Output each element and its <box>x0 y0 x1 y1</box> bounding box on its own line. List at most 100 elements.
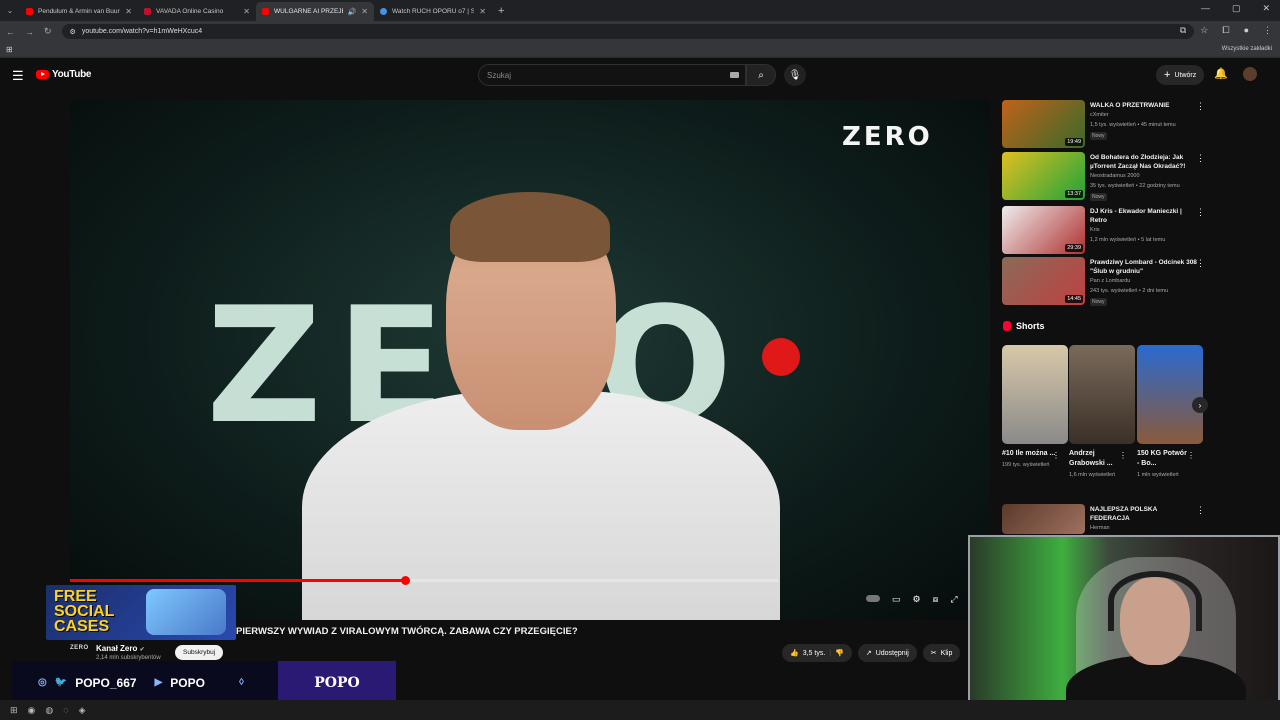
short-thumbnail[interactable] <box>1069 345 1135 444</box>
windows-start-icon[interactable]: ⊞ <box>10 705 18 716</box>
create-button[interactable]: + Utwórz <box>1156 65 1205 85</box>
search-input[interactable]: Szukaj <box>478 64 746 86</box>
all-bookmarks-link[interactable]: Wszystkie zakładki <box>1222 46 1272 52</box>
forward-icon[interactable]: → <box>25 27 34 37</box>
recommendation-item[interactable]: 14:45 Prawdziwy Lombard - Odcinek 308 "Ś… <box>1002 257 1212 307</box>
more-options-icon[interactable]: ⋮ <box>1119 451 1127 460</box>
more-options-icon[interactable]: ⋮ <box>1196 207 1205 218</box>
youtube-header: ☰ YouTube Szukaj ⌕ 🎙 + Utwórz 🔔 <box>0 60 1280 90</box>
short-title[interactable]: #10 Ile można ... <box>1002 449 1056 459</box>
free-cases-promo-banner: FREE SOCIAL CASES <box>46 585 236 640</box>
rec-title[interactable]: WALKA O PRZETRWANIE <box>1090 101 1198 110</box>
recommendation-item[interactable]: 29:39 DJ Kris - Ekwador Manieczki | Retr… <box>1002 206 1212 256</box>
back-icon[interactable]: ← <box>6 27 15 37</box>
recommendation-item[interactable]: 19:49 WALKA O PRZETRWANIE cXmiter 1,5 ty… <box>1002 100 1212 150</box>
close-tab-icon[interactable]: ✕ <box>361 7 368 16</box>
shorts-next-button[interactable]: › <box>1192 397 1208 413</box>
reload-icon[interactable]: ↻ <box>44 26 52 37</box>
duration-badge: 14:45 <box>1065 295 1083 303</box>
browser-tab-1[interactable]: Pendulum & Armin van Buuren ✕ <box>20 2 138 21</box>
chrome-menu-icon[interactable]: ⋮ <box>1263 25 1272 36</box>
vavada-favicon-icon <box>144 8 151 15</box>
duration-badge: 19:49 <box>1065 138 1083 146</box>
miniplayer-icon[interactable]: ⧈ <box>933 594 939 605</box>
extensions-icon[interactable]: ⧠ <box>1222 25 1229 36</box>
short-item[interactable]: 150 KG Potwór - Bo... 1 mln wyświetleń ⋮ <box>1137 345 1203 479</box>
notifications-bell-icon[interactable]: 🔔 <box>1214 67 1228 80</box>
like-button[interactable]: 👍 3,5 tys. | 👎 <box>782 644 852 662</box>
zero-watermark: ZERO <box>842 122 933 152</box>
short-item[interactable]: Andrzej Grabowski ... 1,6 mln wyświetleń… <box>1069 345 1135 479</box>
url-text[interactable]: youtube.com/watch?v=h1mWeHXcuc4 <box>82 28 202 35</box>
recommendation-item[interactable]: 13:37 Od Bohatera do Złodzieja: Jak µTor… <box>1002 152 1212 202</box>
short-title[interactable]: 150 KG Potwór - Bo... <box>1137 449 1191 469</box>
close-tab-icon[interactable]: ✕ <box>479 7 486 16</box>
youtube-logo[interactable]: YouTube <box>36 69 92 80</box>
video-thumbnail[interactable] <box>1002 504 1085 534</box>
video-progress-bar[interactable] <box>70 576 778 585</box>
obs-taskbar-icon[interactable]: ◌ <box>63 705 68 715</box>
chrome-taskbar-icon[interactable]: ◍ <box>45 705 53 716</box>
rec-title[interactable]: DJ Kris - Ekwador Manieczki | Retro <box>1090 207 1198 225</box>
keyboard-icon[interactable] <box>730 72 739 78</box>
rec-title[interactable]: Od Bohatera do Złodzieja: Jak µTorrent Z… <box>1090 153 1198 171</box>
rec-channel[interactable]: cXmiter <box>1090 112 1109 118</box>
search-button[interactable]: ⌕ <box>746 64 776 86</box>
new-badge: Nowy <box>1090 132 1107 140</box>
rec-title[interactable]: NAJLEPSZA POLSKA FEDERACJA <box>1090 505 1198 523</box>
bookmark-star-icon[interactable]: ☆ <box>1200 25 1208 36</box>
more-options-icon[interactable]: ⋮ <box>1196 153 1205 164</box>
audio-playing-icon[interactable]: 🔊 <box>348 8 357 16</box>
new-tab-button[interactable]: + <box>498 5 504 17</box>
rec-channel[interactable]: Neostradamus 2000 <box>1090 173 1140 179</box>
short-thumbnail[interactable] <box>1002 345 1068 444</box>
apps-grid-icon[interactable]: ⊞ <box>6 45 13 54</box>
profile-icon[interactable]: ● <box>1244 25 1249 36</box>
clip-button[interactable]: ✂ Klip <box>922 644 961 662</box>
short-thumbnail[interactable] <box>1137 345 1203 444</box>
more-options-icon[interactable]: ⋮ <box>1196 101 1205 112</box>
short-title[interactable]: Andrzej Grabowski ... <box>1069 449 1123 469</box>
video-player[interactable]: ZERO ZERO ▭ ⚙ ⧈ ⤢ <box>70 100 990 620</box>
more-options-icon[interactable]: ⋮ <box>1196 505 1205 516</box>
youtube-icon: ▶ <box>154 677 163 688</box>
thumbs-down-icon[interactable]: 👎 <box>835 649 844 657</box>
close-tab-icon[interactable]: ✕ <box>125 7 132 16</box>
address-bar-row: ← → ↻ ⚙ youtube.com/watch?v=h1mWeHXcuc4 … <box>0 21 1280 42</box>
menu-hamburger-icon[interactable]: ☰ <box>12 68 24 84</box>
browser-tab-2[interactable]: VAVADA Online Casino ✕ <box>138 2 256 21</box>
install-icon[interactable]: ⧉ <box>1180 25 1186 36</box>
maximize-icon[interactable]: ▢ <box>1232 3 1241 14</box>
fullscreen-icon[interactable]: ⤢ <box>950 594 957 605</box>
subscribe-button[interactable]: Subskrybuj <box>175 645 224 660</box>
close-window-icon[interactable]: ✕ <box>1262 3 1270 14</box>
subtitles-icon[interactable]: ▭ <box>892 594 901 605</box>
steam-taskbar-icon[interactable]: ◈ <box>79 705 86 716</box>
discord-taskbar-icon[interactable]: ◉ <box>28 705 36 716</box>
autoplay-toggle[interactable] <box>866 595 880 602</box>
browser-tab-3[interactable]: WULGARNE AI PRZEJĘŁO ŚW 🔊 ✕ <box>256 2 374 21</box>
voice-search-button[interactable]: 🎙 <box>784 64 806 86</box>
short-item[interactable]: #10 Ile można ... 199 tys. wyświetleń ⋮ <box>1002 345 1068 469</box>
rec-channel[interactable]: Herman <box>1090 525 1110 531</box>
rec-meta: 35 tys. wyświetleń • 22 godziny temu <box>1090 183 1180 189</box>
channel-avatar[interactable]: ZERO <box>70 645 89 651</box>
rec-channel[interactable]: Pan z Lombardu <box>1090 278 1130 284</box>
share-button[interactable]: ↗ Udostępnij <box>857 644 917 662</box>
more-options-icon[interactable]: ⋮ <box>1052 451 1060 460</box>
settings-gear-icon[interactable]: ⚙ <box>913 594 921 605</box>
site-info-icon[interactable]: ⚙ <box>70 28 76 36</box>
youtube-handle: POPO <box>170 675 205 690</box>
omnibox[interactable]: ⚙ youtube.com/watch?v=h1mWeHXcuc4 <box>61 24 1194 39</box>
tab-search-button[interactable]: ⌄ <box>0 6 20 15</box>
close-tab-icon[interactable]: ✕ <box>243 7 250 16</box>
channel-name[interactable]: Kanał Zero ✔ <box>96 644 145 653</box>
browser-tab-4[interactable]: Watch RUCH OPORU o7 | Strea ✕ <box>374 2 492 21</box>
minimize-icon[interactable]: — <box>1201 3 1210 14</box>
more-options-icon[interactable]: ⋮ <box>1187 451 1195 460</box>
rec-channel[interactable]: Kris <box>1090 227 1099 233</box>
rec-title[interactable]: Prawdziwy Lombard - Odcinek 308 "Ślub w … <box>1090 258 1198 276</box>
more-options-icon[interactable]: ⋮ <box>1196 258 1205 269</box>
progress-scrubber[interactable] <box>401 576 411 585</box>
account-avatar[interactable] <box>1243 67 1257 81</box>
